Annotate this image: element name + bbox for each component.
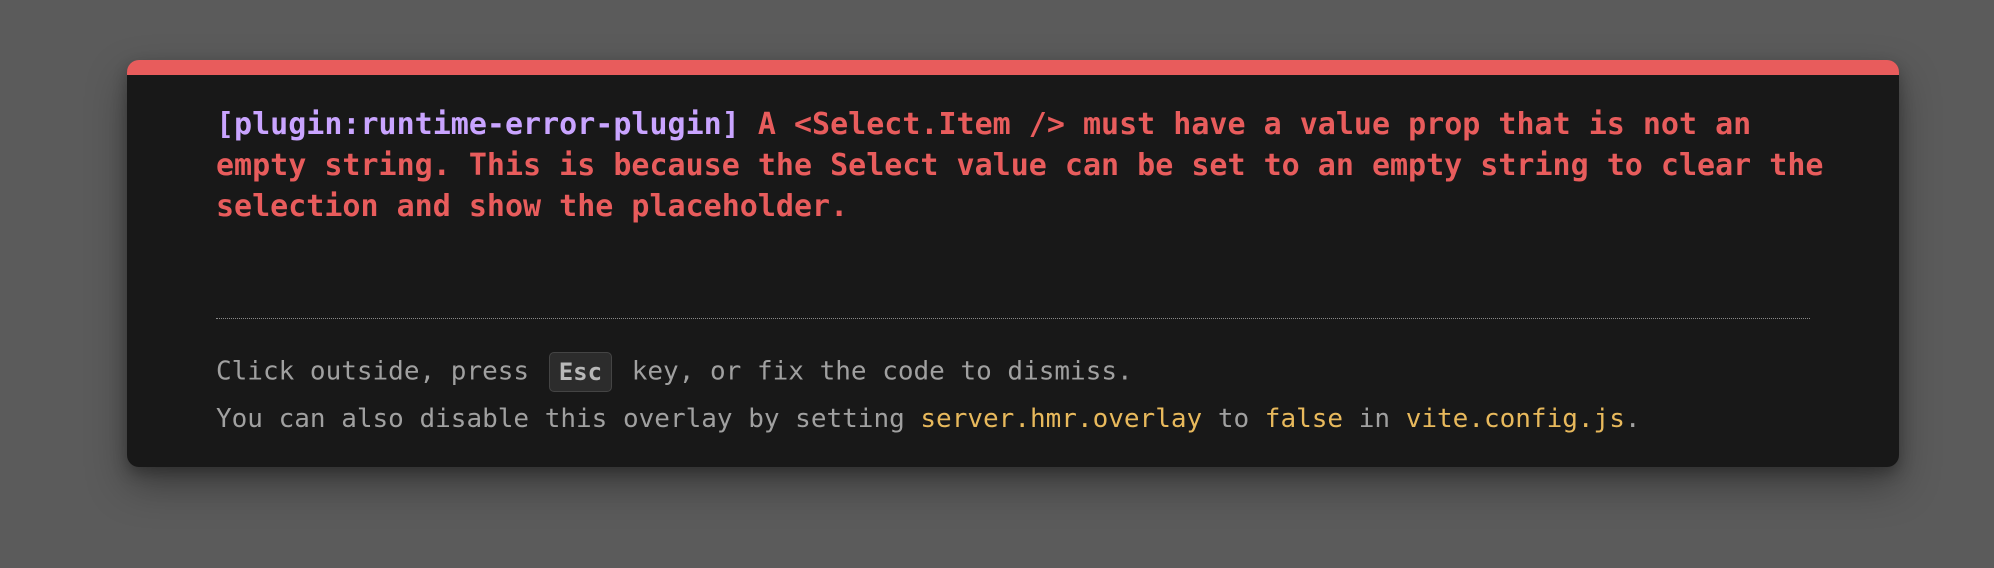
- error-message: [plugin:runtime-error-plugin] A <Select.…: [216, 104, 1826, 227]
- esc-key-badge: Esc: [548, 352, 613, 392]
- divider: [216, 318, 1810, 319]
- config-tip-end: .: [1624, 404, 1641, 434]
- setting-name: server.hmr.overlay: [920, 404, 1203, 434]
- setting-value: false: [1264, 404, 1344, 434]
- plugin-tag: [plugin:runtime-error-plugin]: [216, 107, 740, 142]
- tip-text-prefix: Click outside, press: [216, 356, 545, 387]
- tip-text-suffix: key, or fix the code to dismiss.: [616, 356, 1133, 387]
- config-tip-text-3: in: [1343, 404, 1406, 434]
- config-tip-text-2: to: [1202, 404, 1265, 434]
- dismiss-tip: Click outside, press Esc key, or fix the…: [216, 352, 1133, 392]
- config-file-name: vite.config.js: [1405, 404, 1625, 434]
- error-overlay-window: [plugin:runtime-error-plugin] A <Select.…: [127, 60, 1899, 467]
- config-tip-text-1: You can also disable this overlay by set…: [216, 404, 921, 434]
- config-tip: You can also disable this overlay by set…: [216, 400, 1641, 438]
